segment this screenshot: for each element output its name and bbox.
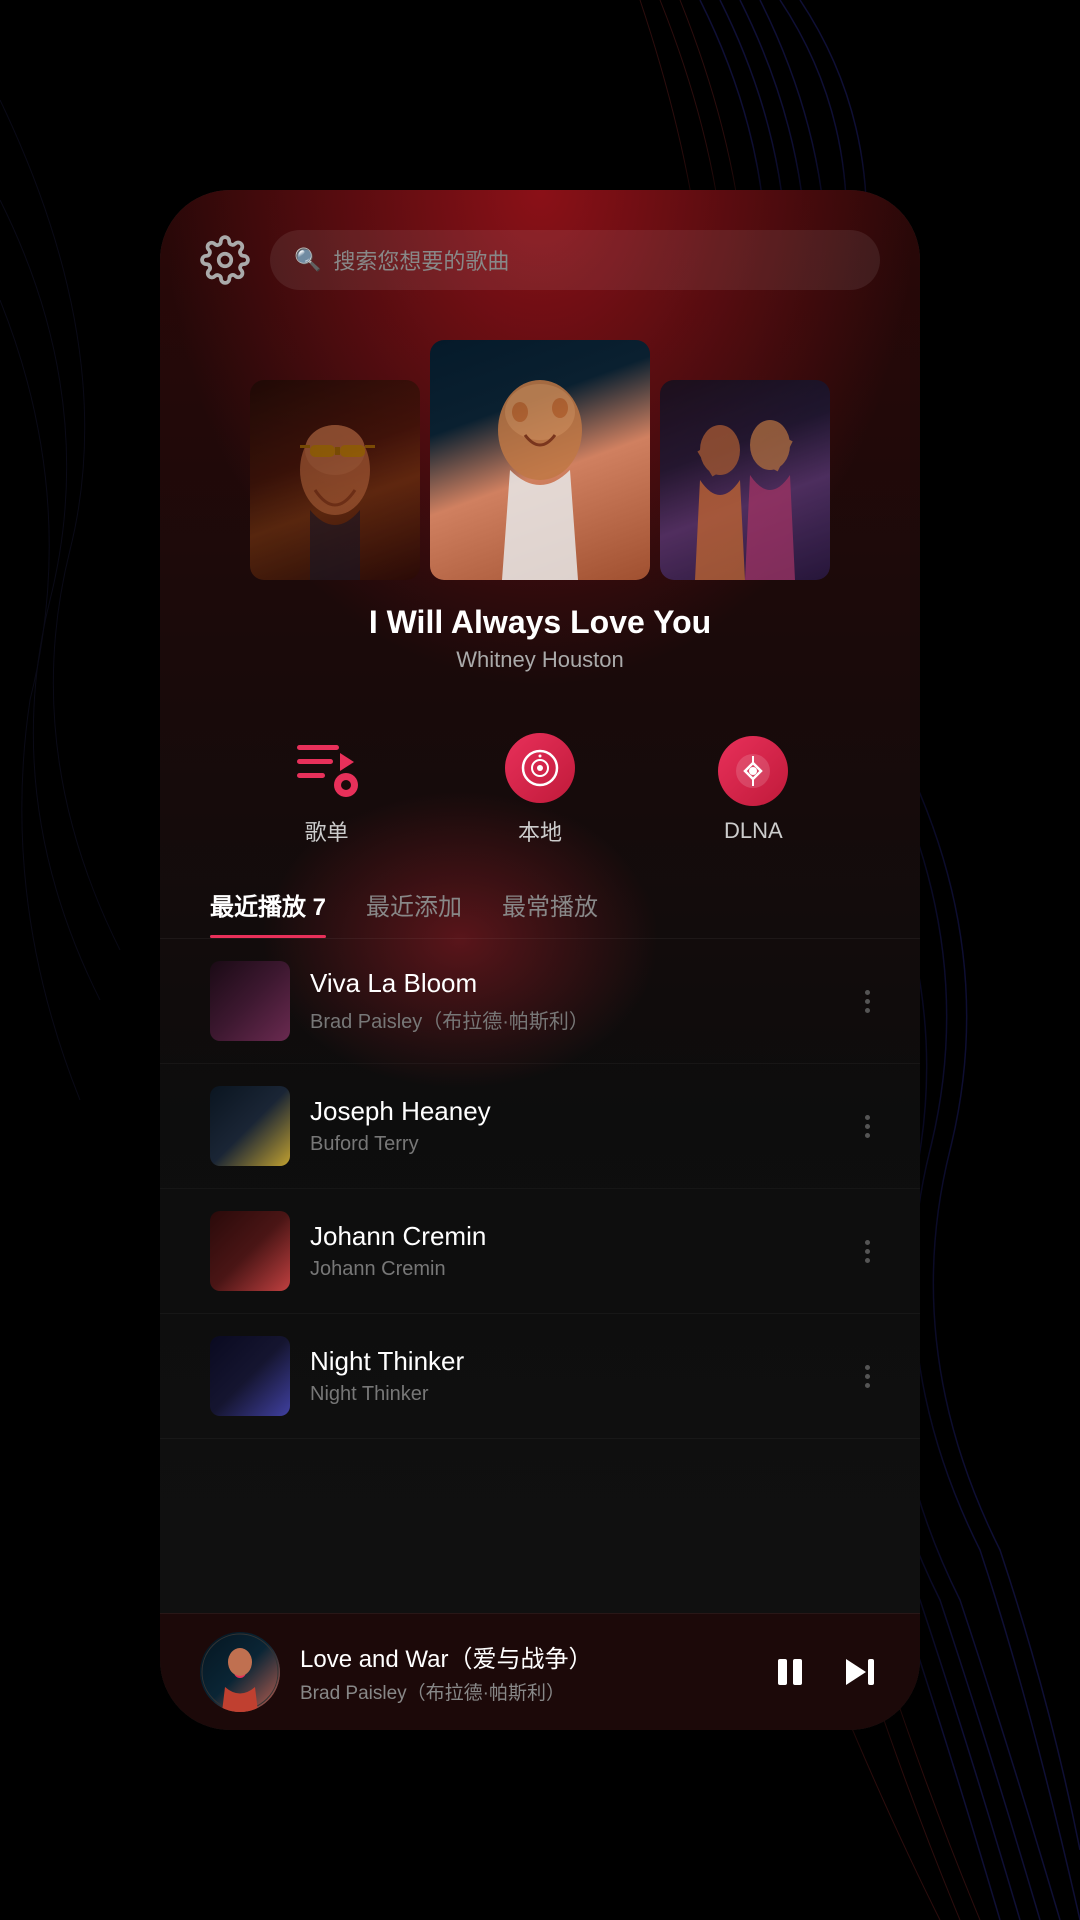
nav-dlna[interactable]: DLNA bbox=[718, 736, 788, 844]
carousel-card-right[interactable] bbox=[660, 380, 830, 580]
nav-playlist-label: 歌单 bbox=[305, 815, 349, 847]
song-item-1[interactable]: Viva La Bloom Brad Paisley（布拉德·帕斯利） bbox=[160, 939, 920, 1064]
dlna-icon bbox=[718, 736, 788, 806]
song-artist-2: Buford Terry bbox=[310, 1133, 845, 1156]
pause-button[interactable] bbox=[770, 1652, 810, 1692]
song-thumb-3 bbox=[210, 1211, 290, 1291]
vinyl-top-right bbox=[705, 380, 785, 410]
top-bar: 🔍 搜索您想要的歌曲 bbox=[160, 190, 920, 310]
bar-song-artist: Brad Paisley（布拉德·帕斯利） bbox=[300, 1678, 750, 1705]
nav-dlna-label: DLNA bbox=[724, 818, 783, 844]
song-artist-1: Brad Paisley（布拉德·帕斯利） bbox=[310, 1005, 845, 1034]
tab-most-played[interactable]: 最常播放 bbox=[502, 887, 598, 938]
bar-album-art bbox=[200, 1632, 280, 1712]
phone-shell: 🔍 搜索您想要的歌曲 bbox=[160, 190, 920, 1730]
song-thumb-2 bbox=[210, 1086, 290, 1166]
song-more-1[interactable] bbox=[865, 990, 870, 1013]
song-artist-4: Night Thinker bbox=[310, 1383, 845, 1406]
playlist-icon bbox=[292, 733, 362, 803]
nav-playlist[interactable]: 歌单 bbox=[292, 733, 362, 847]
song-info-4: Night Thinker Night Thinker bbox=[310, 1346, 845, 1406]
song-item-2[interactable]: Joseph Heaney Buford Terry bbox=[160, 1064, 920, 1189]
song-more-4[interactable] bbox=[865, 1365, 870, 1388]
song-info-3: Johann Cremin Johann Cremin bbox=[310, 1221, 845, 1281]
carousel-tracks bbox=[160, 340, 920, 580]
song-info-2: Joseph Heaney Buford Terry bbox=[310, 1096, 845, 1156]
carousel-card-center[interactable] bbox=[430, 340, 650, 580]
nav-section: 歌单 本地 bbox=[160, 693, 920, 867]
tabs-section: 最近播放 7 最近添加 最常播放 bbox=[160, 867, 920, 939]
carousel-section: I Will Always Love You Whitney Houston bbox=[160, 310, 920, 693]
settings-button[interactable] bbox=[200, 235, 250, 285]
now-playing-bar[interactable]: Love and War（爱与战争） Brad Paisley（布拉德·帕斯利） bbox=[160, 1613, 920, 1730]
tab-recent[interactable]: 最近播放 7 bbox=[210, 887, 326, 938]
search-placeholder: 搜索您想要的歌曲 bbox=[333, 244, 509, 276]
now-playing-artist: Whitney Houston bbox=[456, 647, 624, 673]
vinyl-top-center bbox=[500, 340, 580, 370]
tab-recently-added[interactable]: 最近添加 bbox=[366, 887, 462, 938]
song-thumb-1 bbox=[210, 961, 290, 1041]
nav-local-label: 本地 bbox=[518, 815, 562, 847]
local-icon bbox=[505, 733, 575, 803]
song-title-2: Joseph Heaney bbox=[310, 1096, 845, 1127]
bar-song-title: Love and War（爱与战争） bbox=[300, 1639, 750, 1674]
song-title-3: Johann Cremin bbox=[310, 1221, 845, 1252]
song-more-2[interactable] bbox=[865, 1115, 870, 1138]
bar-song-info: Love and War（爱与战争） Brad Paisley（布拉德·帕斯利） bbox=[300, 1639, 750, 1705]
song-item-3[interactable]: Johann Cremin Johann Cremin bbox=[160, 1189, 920, 1314]
search-bar[interactable]: 🔍 搜索您想要的歌曲 bbox=[270, 230, 880, 290]
song-item-4[interactable]: Night Thinker Night Thinker bbox=[160, 1314, 920, 1439]
next-button[interactable] bbox=[840, 1652, 880, 1692]
card-image-center bbox=[430, 340, 650, 580]
carousel-card-left[interactable] bbox=[250, 380, 420, 580]
search-icon: 🔍 bbox=[294, 247, 321, 273]
now-playing-title: I Will Always Love You bbox=[369, 604, 711, 641]
song-title-4: Night Thinker bbox=[310, 1346, 845, 1377]
song-info-1: Viva La Bloom Brad Paisley（布拉德·帕斯利） bbox=[310, 968, 845, 1034]
nav-local[interactable]: 本地 bbox=[505, 733, 575, 847]
song-list: Viva La Bloom Brad Paisley（布拉德·帕斯利） Jose… bbox=[160, 939, 920, 1613]
vinyl-top-left bbox=[295, 380, 375, 410]
song-more-3[interactable] bbox=[865, 1240, 870, 1263]
bar-controls bbox=[770, 1652, 880, 1692]
screen: 🔍 搜索您想要的歌曲 bbox=[160, 190, 920, 1730]
song-title-1: Viva La Bloom bbox=[310, 968, 845, 999]
song-thumb-4 bbox=[210, 1336, 290, 1416]
song-artist-3: Johann Cremin bbox=[310, 1258, 845, 1281]
